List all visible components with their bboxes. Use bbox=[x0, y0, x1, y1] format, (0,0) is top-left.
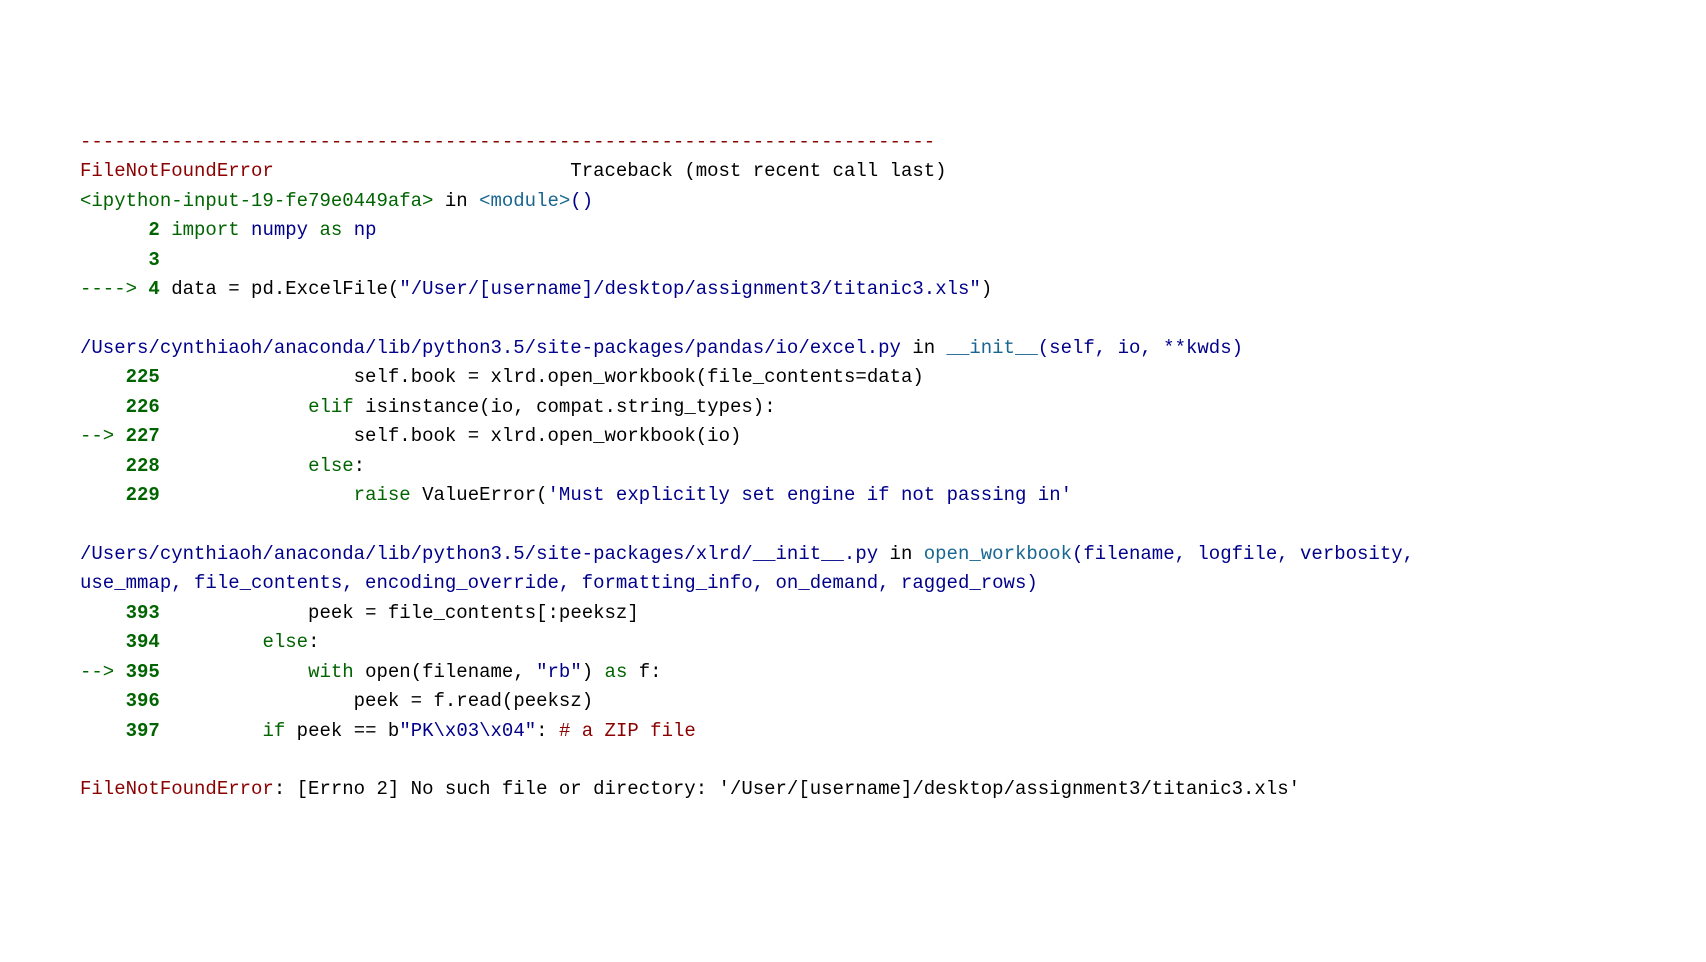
lineno: 396 bbox=[80, 690, 160, 712]
final-error-message: : [Errno 2] No such file or directory: '… bbox=[274, 778, 1300, 800]
lineno: 226 bbox=[80, 396, 160, 418]
lineno: 395 bbox=[126, 661, 160, 683]
lineno: 394 bbox=[80, 631, 160, 653]
lineno: 397 bbox=[80, 720, 160, 742]
lineno: 225 bbox=[80, 366, 160, 388]
final-error-name: FileNotFoundError bbox=[80, 778, 274, 800]
arrow-indicator: ----> bbox=[80, 278, 148, 300]
frame2-function: __init__ bbox=[947, 337, 1038, 359]
lineno: 227 bbox=[126, 425, 160, 447]
arrow-indicator: --> bbox=[80, 425, 126, 447]
traceback-header: Traceback (most recent call last) bbox=[570, 160, 946, 182]
traceback-output: ----------------------------------------… bbox=[80, 128, 1460, 805]
lineno: 229 bbox=[80, 484, 160, 506]
lineno: 2 bbox=[80, 219, 160, 241]
frame1-location: <ipython-input-19-fe79e0449afa> bbox=[80, 190, 433, 212]
frame3-path: /Users/cynthiaoh/anaconda/lib/python3.5/… bbox=[80, 543, 878, 565]
frame2-path: /Users/cynthiaoh/anaconda/lib/python3.5/… bbox=[80, 337, 901, 359]
error-name: FileNotFoundError bbox=[80, 160, 274, 182]
lineno: 4 bbox=[148, 278, 159, 300]
frame3-function: open_workbook bbox=[924, 543, 1072, 565]
lineno: 3 bbox=[80, 249, 160, 271]
lineno: 228 bbox=[80, 455, 160, 477]
frame1-function: <module> bbox=[479, 190, 570, 212]
horizontal-rule: ----------------------------------------… bbox=[80, 131, 935, 153]
arrow-indicator: --> bbox=[80, 661, 126, 683]
lineno: 393 bbox=[80, 602, 160, 624]
